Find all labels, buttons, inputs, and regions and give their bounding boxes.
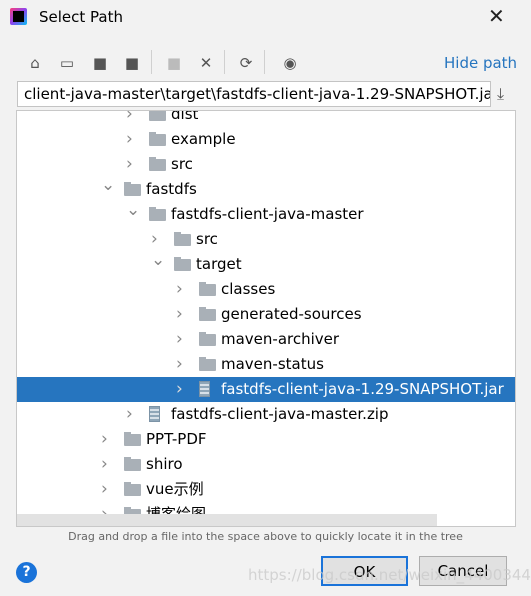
tree-item[interactable]: › vue示例 xyxy=(17,477,515,502)
new-folder-icon[interactable]: ■ xyxy=(164,53,184,73)
tree-item-label: shiro xyxy=(146,455,183,473)
tree-item[interactable]: › src xyxy=(17,227,515,252)
file-tree[interactable]: › dist › example › src ⌄ fastdfs ⌄ fastdfs-client… xyxy=(16,110,516,527)
refresh-icon[interactable]: ⟳ xyxy=(236,53,256,73)
archive-icon xyxy=(199,381,210,397)
folder-icon xyxy=(124,482,141,496)
tree-item[interactable]: ⌄ fastdfs-client-java-master xyxy=(17,200,515,227)
tree-item-label: src xyxy=(171,155,193,173)
folder-icon xyxy=(174,232,191,246)
tree-item-label: fastdfs xyxy=(146,180,197,198)
folder-icon xyxy=(149,132,166,146)
drag-drop-hint: Drag and drop a file into the space abov… xyxy=(68,530,463,543)
folder-icon xyxy=(199,307,216,321)
tree-item[interactable]: ⌄ target xyxy=(17,250,515,277)
tree-item-label: classes xyxy=(221,280,276,298)
tree-item-label: src xyxy=(196,230,218,248)
tree-item[interactable]: › src xyxy=(17,152,515,177)
chevron-right-icon[interactable]: › xyxy=(176,302,186,327)
toolbar-divider xyxy=(264,50,265,74)
tree-item[interactable]: › generated-sources xyxy=(17,302,515,327)
chevron-down-icon[interactable]: ⌄ xyxy=(101,173,115,198)
close-icon[interactable]: ✕ xyxy=(488,4,505,28)
chevron-right-icon[interactable]: › xyxy=(126,152,136,177)
tree-item-label: fastdfs-client-java-1.29-SNAPSHOT.jar xyxy=(221,380,504,398)
tree-item[interactable]: › shiro xyxy=(17,452,515,477)
folder-icon xyxy=(149,157,166,171)
tree-item[interactable]: › fastdfs-client-java-1.29-SNAPSHOT.jar xyxy=(17,377,515,402)
tree-item-label: example xyxy=(171,130,236,148)
folder-icon xyxy=(124,182,141,196)
tree-item[interactable]: › example xyxy=(17,127,515,152)
module-folder-icon[interactable]: ■ xyxy=(122,53,142,73)
tree-item[interactable]: › maven-status xyxy=(17,352,515,377)
tree-item-label: generated-sources xyxy=(221,305,362,323)
tree-item[interactable]: › maven-archiver xyxy=(17,327,515,352)
chevron-right-icon[interactable]: › xyxy=(176,327,186,352)
path-input[interactable]: client-java-master\target\fastdfs-client… xyxy=(17,81,491,107)
toolbar-divider xyxy=(224,50,225,74)
tree-item[interactable]: › fastdfs-client-java-master.zip xyxy=(17,402,515,427)
folder-icon xyxy=(149,207,166,221)
chevron-right-icon[interactable]: › xyxy=(126,127,136,152)
window-title: Select Path xyxy=(39,8,123,26)
chevron-right-icon[interactable]: › xyxy=(101,477,111,502)
folder-icon xyxy=(199,332,216,346)
archive-icon xyxy=(149,406,160,422)
tree-item-label: dist xyxy=(171,110,199,123)
app-logo xyxy=(10,8,27,25)
chevron-right-icon[interactable]: › xyxy=(126,402,136,427)
chevron-right-icon[interactable]: › xyxy=(176,352,186,377)
project-folder-icon[interactable]: ■ xyxy=(90,53,110,73)
tree-item-label: maven-status xyxy=(221,355,324,373)
folder-icon xyxy=(174,257,191,271)
tree-item-label: vue示例 xyxy=(146,480,204,498)
chevron-right-icon[interactable]: › xyxy=(101,427,111,452)
desktop-icon[interactable]: ▭ xyxy=(57,53,77,73)
chevron-down-icon[interactable]: ⌄ xyxy=(126,198,140,223)
chevron-right-icon[interactable]: › xyxy=(176,277,186,302)
folder-icon xyxy=(124,432,141,446)
delete-icon[interactable]: ✕ xyxy=(196,53,216,73)
chevron-right-icon[interactable]: › xyxy=(126,111,136,127)
folder-icon xyxy=(199,357,216,371)
show-hidden-icon[interactable]: ◉ xyxy=(280,53,300,73)
folder-icon xyxy=(149,111,166,121)
tree-item[interactable]: › dist xyxy=(17,110,515,127)
toolbar-divider xyxy=(151,50,152,74)
tree-item[interactable]: › classes xyxy=(17,277,515,302)
horizontal-scrollbar[interactable] xyxy=(17,514,437,526)
tree-item-label: fastdfs-client-java-master xyxy=(171,205,364,223)
tree-item[interactable]: › PPT-PDF xyxy=(17,427,515,452)
chevron-right-icon[interactable]: › xyxy=(176,377,186,402)
tree-item[interactable]: ⌄ fastdfs xyxy=(17,175,515,202)
tree-item-label: maven-archiver xyxy=(221,330,340,348)
folder-icon xyxy=(199,282,216,296)
home-icon[interactable]: ⌂ xyxy=(25,53,45,73)
tree-item-label: PPT-PDF xyxy=(146,430,207,448)
watermark: https://blog.csdn.net/weixin_44003447 xyxy=(248,566,531,584)
folder-icon xyxy=(124,457,141,471)
chevron-right-icon[interactable]: › xyxy=(101,452,111,477)
tree-item-label: fastdfs-client-java-master.zip xyxy=(171,405,389,423)
chevron-down-icon[interactable]: ⌄ xyxy=(151,248,165,273)
help-button[interactable]: ? xyxy=(16,562,37,583)
download-icon[interactable]: ⤓ xyxy=(497,84,504,104)
hide-path-link[interactable]: Hide path xyxy=(444,54,517,72)
tree-item-label: target xyxy=(196,255,242,273)
